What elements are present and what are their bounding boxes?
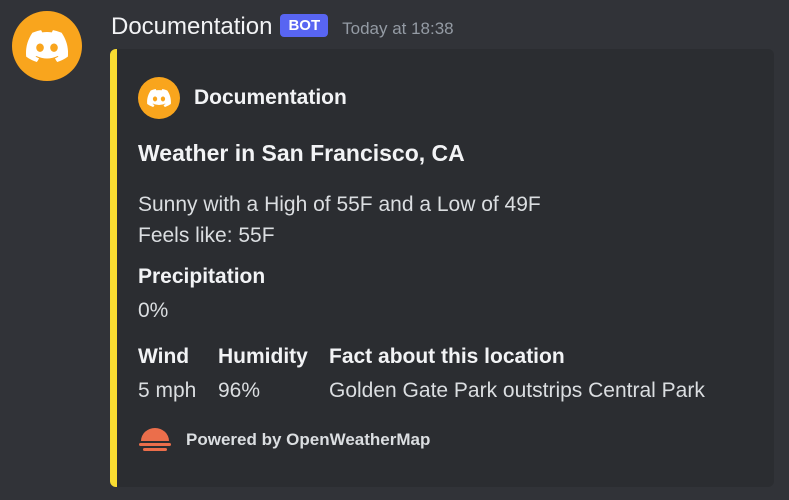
embed-description: Sunny with a High of 55F and a Low of 49… [138,189,541,251]
field-value: 0% [138,299,169,322]
field-name: Precipitation [138,265,266,288]
message-header: Documentation BOT Today at 18:38 [111,12,454,42]
embed-footer: Powered by OpenWeatherMap [138,427,430,453]
discord-logo-icon [147,89,171,107]
field-location-fact: Fact about this location Golden Gate Par… [329,345,705,403]
field-value: 96% [218,379,261,402]
field-humidity: Humidity 96% [218,345,308,403]
field-wind: Wind 5 mph [138,345,196,403]
field-precipitation: Precipitation 0% [138,265,265,323]
bot-badge: BOT [280,13,329,37]
username[interactable]: Documentation [111,13,272,41]
weather-embed: Documentation Weather in San Francisco, … [110,49,774,487]
embed-footer-text: Powered by OpenWeatherMap [186,430,431,449]
discord-logo-icon [26,30,68,62]
message-timestamp[interactable]: Today at 18:38 [342,19,454,39]
embed-title: Weather in San Francisco, CA [138,140,465,166]
description-line: Feels like: 55F [138,224,275,247]
field-name: Humidity [218,345,308,368]
embed-author-name: Documentation [194,86,347,109]
description-line: Sunny with a High of 55F and a Low of 49… [138,193,541,216]
field-value: 5 mph [138,379,197,402]
avatar[interactable] [12,11,82,81]
chat-message: Documentation BOT Today at 18:38 Documen… [0,0,789,500]
embed-author: Documentation [138,77,347,119]
openweathermap-sun-icon [139,428,171,451]
embed-author-avatar [138,77,180,119]
field-name: Fact about this location [329,345,565,368]
field-name: Wind [138,345,190,368]
field-value: Golden Gate Park outstrips Central Park [329,379,705,402]
